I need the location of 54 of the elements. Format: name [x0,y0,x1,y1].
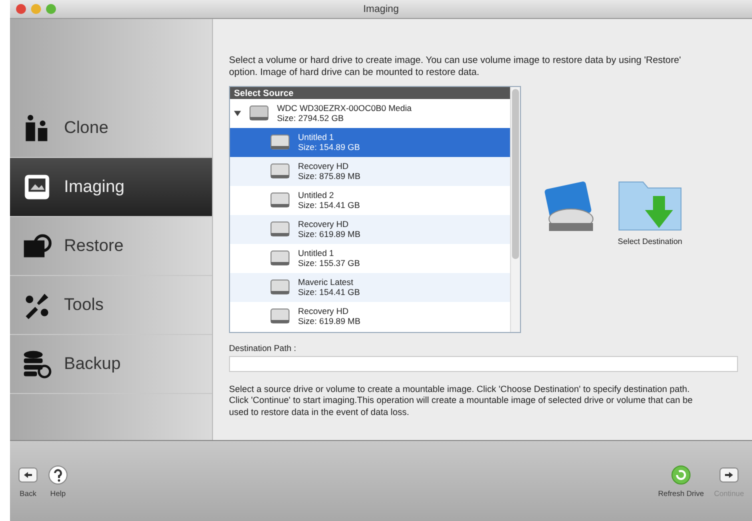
sidebar-item[interactable]: Imaging [10,158,212,217]
volume-row[interactable]: Recovery HD Size: 619.89 MB [230,214,510,244]
volume-size: Size: 619.89 MB [298,229,360,240]
window-title: Imaging [363,4,399,14]
volume-row[interactable]: Untitled 2 Size: 154.41 GB [230,186,510,215]
drive-row[interactable]: WDC WD30EZRX-00OC0B0 Media Size: 2794.52 GB [230,98,510,128]
hard-drive-icon [270,307,290,326]
volume-name: Recovery HD [298,219,350,230]
hard-drive-icon [270,162,290,180]
volume-name: Recovery HD [298,306,350,316]
drive-image-icon [22,172,52,202]
volume-row[interactable]: Recovery HD Size: 875.89 MB [230,156,510,186]
drive-size: Size: 2794.52 GB [277,113,345,124]
minimize-button[interactable] [31,4,41,14]
close-button[interactable] [16,4,26,14]
hard-drive-icon [270,278,290,296]
continue-icon [718,464,739,484]
volume-name: Untitled 1 [298,132,335,142]
volume-name: Untitled 2 [298,190,335,200]
volume-size: Size: 155.37 GB [298,258,360,268]
volume-row[interactable]: Untitled 1 Size: 155.37 GB [230,244,510,273]
disclosure-triangle-icon[interactable] [234,110,241,117]
volume-name: Recovery HD [298,161,350,172]
hard-drive-icon [270,220,290,238]
volume-row[interactable]: Maveric Latest Size: 154.41 GB [230,272,510,302]
volume-size: Size: 154.41 GB [298,287,360,298]
volume-size: Size: 875.89 MB [298,171,360,182]
hard-drive-icon [270,249,290,268]
volume-size: Size: 154.41 GB [298,200,360,210]
destination-path-field[interactable] [229,356,738,372]
select-destination-button[interactable]: Select Destination [615,172,685,246]
volume-size: Size: 154.89 GB [298,142,360,152]
hard-drive-icon [270,133,290,152]
sidebar-item[interactable]: Restore [10,217,212,276]
help-text: Select a source drive or volume to create a mountable image. Click 'Choose Destination' to specify destination path. Click 'Continue' to start imaging.This operation will create a mountable image of selected drive or volume that can be used to restore data in the event of data loss. [229,384,694,419]
refresh-icon [671,464,692,484]
volume-row[interactable]: Recovery HD Size: 619.89 MB [230,302,510,331]
list-header: Select Source [230,86,510,99]
intro-text: Select a volume or hard drive to create image. You can use volume image to restore data by using 'Restore' option. Image of hard drive can be mounted to restore data. [229,55,682,80]
help-icon [48,464,68,484]
sidebar-item[interactable]: Tools [10,276,212,335]
sidebar-item[interactable]: Backup [10,335,212,394]
scrollbar-thumb[interactable] [512,88,519,259]
zoom-button[interactable] [46,4,56,14]
database-icon [22,349,52,379]
back-icon [18,464,38,484]
volume-size: Size: 619.89 MB [298,316,360,326]
volume-name: Untitled 1 [298,248,335,258]
volume-row[interactable]: Untitled 1 Size: 154.89 GB [230,128,510,157]
drive-name: WDC WD30EZRX-00OC0B0 Media [277,103,412,114]
volume-name: Maveric Latest [298,277,354,288]
hard-drive-icon [249,104,269,122]
destination-path-label: Destination Path : [229,342,298,353]
hard-drive-icon [270,191,290,210]
